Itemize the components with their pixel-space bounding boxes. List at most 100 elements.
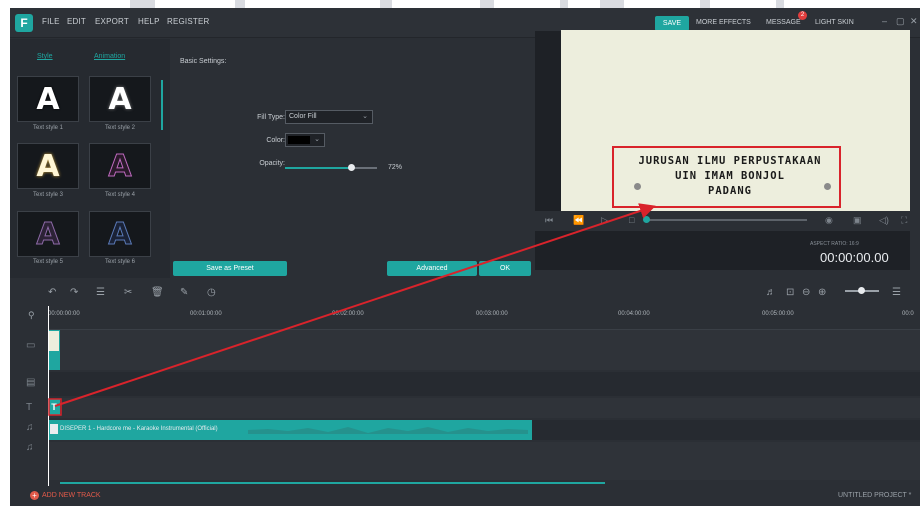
undo-icon[interactable]: ↶: [48, 287, 56, 298]
time-ruler[interactable]: [48, 304, 920, 330]
zoom-slider-thumb[interactable]: [858, 287, 865, 294]
style-panel: Style Animation A Text style 1 A Text st…: [10, 39, 170, 278]
text-style-tile[interactable]: A: [89, 211, 151, 257]
text-style-tile[interactable]: A: [89, 76, 151, 122]
fill-type-select[interactable]: Color Fill ⌄: [285, 110, 373, 124]
opacity-value: 72%: [388, 164, 403, 171]
text-style-label: Text style 3: [32, 192, 63, 198]
strip-block: [235, 0, 245, 8]
pip-track[interactable]: [48, 372, 920, 396]
advanced-button[interactable]: Advanced: [387, 261, 477, 276]
text-style-glyph: A: [108, 149, 132, 185]
menu-file[interactable]: FILE: [42, 17, 60, 26]
save-button[interactable]: SAVE: [655, 16, 689, 31]
tab-animation[interactable]: Animation: [94, 53, 125, 60]
clock-icon[interactable]: ◷: [207, 287, 216, 298]
ruler-label: 00:02:00:00: [332, 311, 364, 317]
volume-icon[interactable]: ◁): [879, 215, 889, 226]
project-name: UNTITLED PROJECT *: [838, 492, 912, 499]
message-link[interactable]: MESSAGE: [766, 19, 801, 26]
adjust-icon[interactable]: ☰: [96, 287, 105, 298]
video-clip[interactable]: [48, 330, 60, 370]
text-style-tile[interactable]: A: [17, 143, 79, 189]
video-track-icon: ▭: [26, 340, 36, 351]
save-as-preset-button[interactable]: Save as Preset: [173, 261, 287, 276]
strip-block: [776, 0, 784, 8]
strip-block: [480, 0, 494, 8]
color-picker[interactable]: ⌄: [285, 133, 325, 147]
skip-back-icon[interactable]: ⏮: [545, 215, 553, 226]
audio-clip[interactable]: DISEPER 1 - Hardcore me - Karaoke Instru…: [48, 420, 532, 440]
strip-block: [700, 0, 710, 8]
link-icon[interactable]: ⚲: [28, 310, 35, 321]
playback-thumb[interactable]: [643, 216, 650, 223]
zoom-in-icon[interactable]: ⊕: [818, 287, 826, 298]
delete-icon[interactable]: 🗑: [151, 287, 164, 298]
step-back-icon[interactable]: ⏪: [573, 215, 584, 226]
text-track[interactable]: [48, 398, 920, 418]
snapshot-icon[interactable]: ◉: [825, 215, 833, 226]
text-style-tile[interactable]: A: [17, 76, 79, 122]
cut-icon[interactable]: ✂: [124, 287, 132, 298]
audio-file-icon: [50, 424, 58, 434]
audio-mixer-icon[interactable]: ♬: [766, 287, 776, 298]
fullscreen-icon[interactable]: ⛶: [901, 215, 907, 226]
menu-export[interactable]: EXPORT: [95, 17, 129, 26]
maximize-icon[interactable]: ▢: [896, 16, 905, 27]
strip-block: [380, 0, 392, 8]
zoom-out-icon[interactable]: ⊖: [802, 287, 810, 298]
menu-help[interactable]: HELP: [138, 17, 160, 26]
add-track-icon[interactable]: +: [30, 491, 39, 500]
music-track-icon: ♫: [26, 422, 34, 433]
menu-edit[interactable]: EDIT: [67, 17, 86, 26]
top-strip: [0, 0, 920, 8]
color-swatch: [288, 136, 310, 144]
ruler-label: 00:01:00:00: [190, 311, 222, 317]
text-style-tile[interactable]: A: [17, 211, 79, 257]
chevron-down-icon: ⌄: [362, 113, 368, 120]
playhead[interactable]: [48, 306, 49, 496]
edit-icon[interactable]: ✎: [180, 287, 188, 298]
camera-icon[interactable]: ▣: [853, 215, 862, 226]
opacity-slider-thumb[interactable]: [348, 164, 356, 171]
text-style-tile[interactable]: A: [89, 143, 151, 189]
strip-block: [130, 0, 155, 8]
text-style-label: Text style 2: [104, 125, 135, 131]
stop-icon[interactable]: □: [629, 215, 634, 225]
close-icon[interactable]: ✕: [910, 16, 918, 27]
strip-block: [560, 0, 568, 8]
timeline-scrollbar[interactable]: [60, 482, 605, 484]
player-controls: ⏮ ⏪ ▷ □ ◉ ▣ ◁) ⛶: [535, 211, 910, 231]
fill-type-value: Color Fill: [289, 113, 317, 120]
minimize-icon[interactable]: –: [882, 16, 887, 26]
list-view-icon[interactable]: ☰: [892, 287, 901, 298]
opacity-label: Opacity:: [259, 160, 285, 167]
tab-style[interactable]: Style: [37, 53, 53, 60]
ruler-label: 00:0: [902, 311, 914, 317]
text-style-glyph: A: [36, 217, 60, 253]
ruler-label: 00:05:00:00: [762, 311, 794, 317]
text-style-label: Text style 5: [32, 259, 63, 265]
add-new-track-button[interactable]: ADD NEW TRACK: [42, 492, 101, 499]
title-clip[interactable]: T: [48, 399, 60, 415]
style-scrollbar[interactable]: [161, 80, 163, 130]
more-effects-link[interactable]: MORE EFFECTS: [696, 19, 751, 26]
strip-block: [600, 0, 624, 8]
menu-register[interactable]: REGISTER: [167, 17, 210, 26]
track-headers: ▭ ▤ T ♫ ♫: [10, 330, 48, 490]
fill-type-label: Fill Type:: [257, 114, 285, 121]
ruler-label: 00:03:00:00: [476, 311, 508, 317]
annotation-highlight-box: [612, 146, 841, 208]
fit-icon[interactable]: ⊡: [786, 287, 794, 298]
light-skin-link[interactable]: LIGHT SKIN: [815, 19, 854, 26]
opacity-slider[interactable]: [285, 164, 377, 171]
ok-button[interactable]: OK: [479, 261, 531, 276]
music-track[interactable]: [48, 442, 920, 480]
text-style-glyph: A: [36, 82, 60, 117]
playback-progress[interactable]: [644, 219, 807, 221]
play-icon[interactable]: ▷: [601, 215, 608, 226]
settings-panel: Basic Settings: Fill Type: Color Fill ⌄ …: [170, 39, 535, 278]
video-track[interactable]: [48, 330, 920, 370]
redo-icon[interactable]: ↷: [70, 287, 78, 298]
ruler-label: 00:04:00:00: [618, 311, 650, 317]
